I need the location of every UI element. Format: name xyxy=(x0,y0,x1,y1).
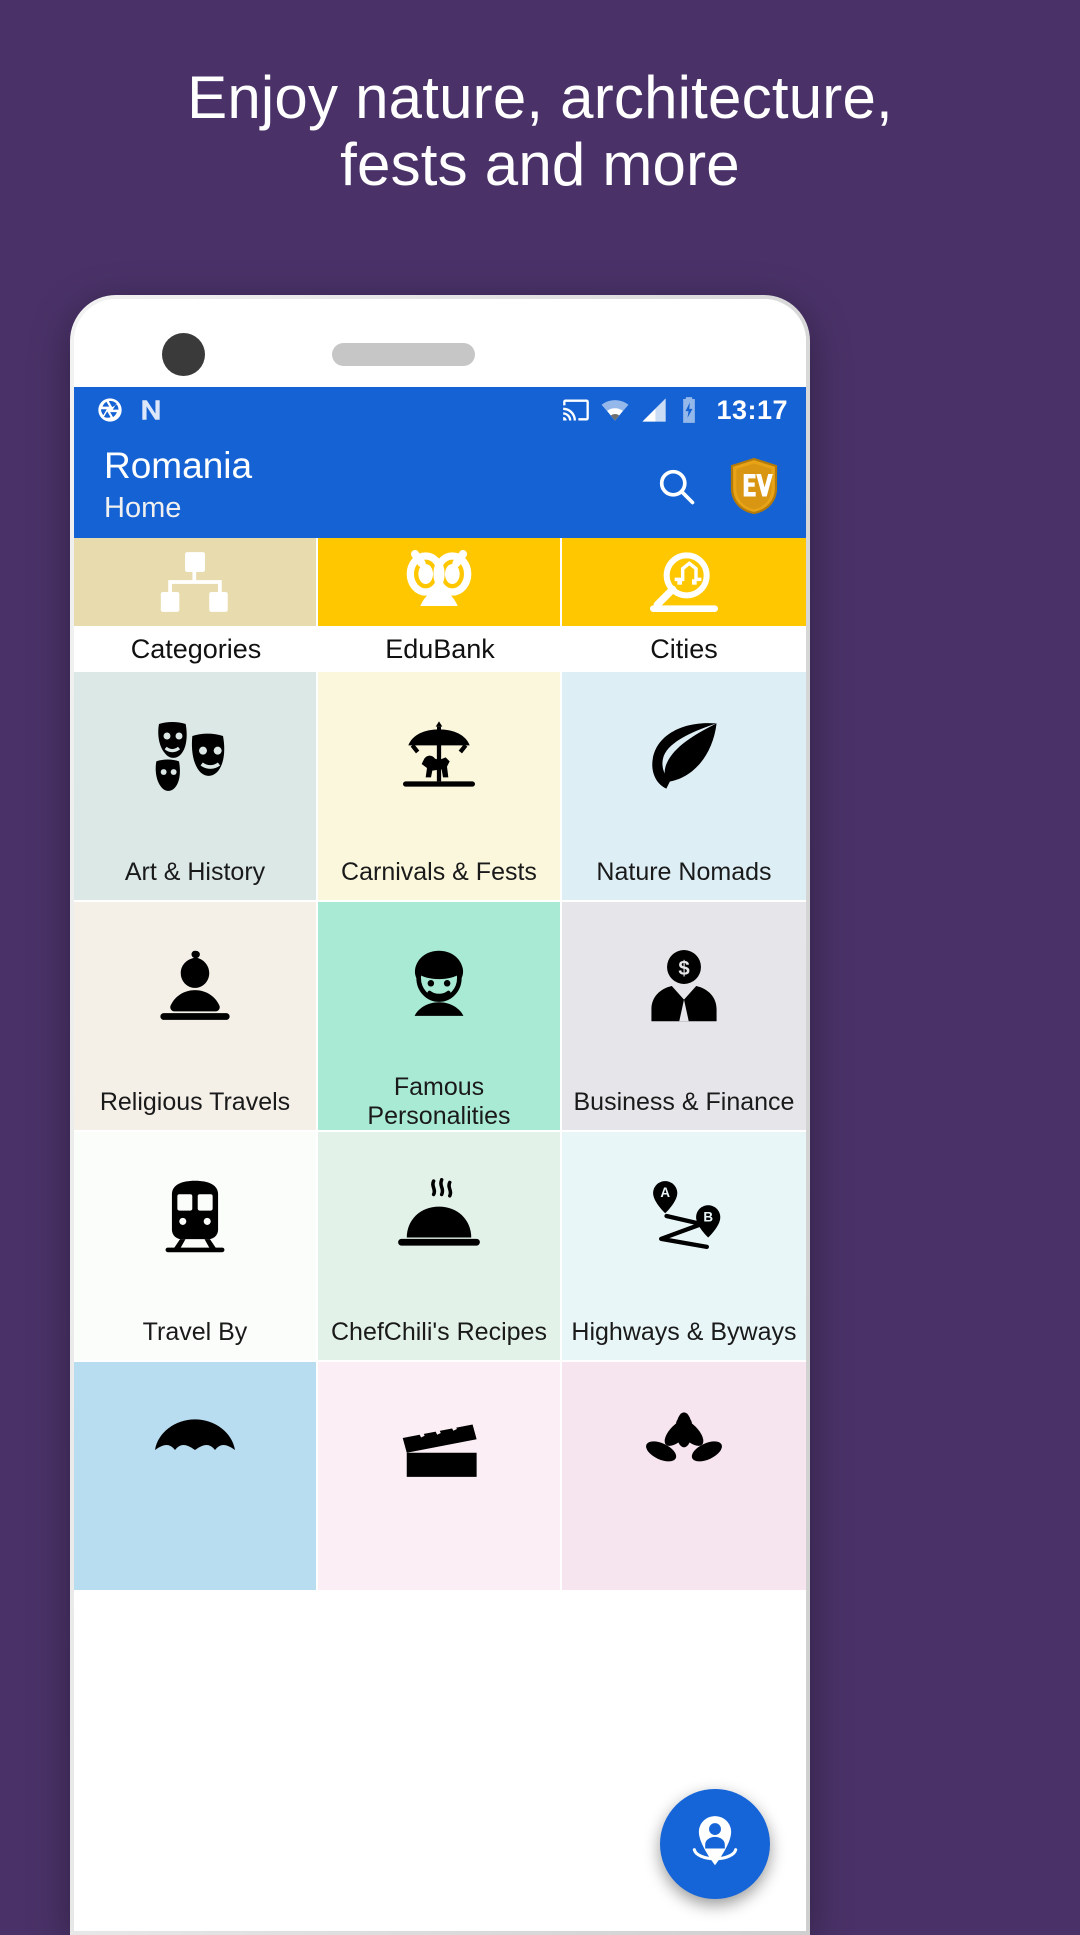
leaf-icon-wrap xyxy=(562,672,806,844)
nearby-fab-button[interactable] xyxy=(660,1789,770,1899)
app-bar-subtitle: Home xyxy=(104,491,182,524)
flower-icon xyxy=(644,1411,724,1486)
grid-label-religious-travels: Religious Travels xyxy=(99,1087,291,1116)
grid-cell-business-finance[interactable]: $ Business & Finance xyxy=(561,902,806,1132)
cast-icon xyxy=(562,396,590,424)
grid-cell-travel-by[interactable]: Travel By xyxy=(74,1132,318,1362)
earpiece-speaker xyxy=(332,343,475,366)
wifi-icon xyxy=(601,396,629,424)
owl-icon xyxy=(399,550,479,614)
grid-label-row4-3 xyxy=(562,1534,806,1590)
app-bar-title: Romania xyxy=(104,444,253,486)
buddha-icon xyxy=(155,948,235,1029)
person-face-icon-wrap xyxy=(318,902,560,1074)
carousel-icon-wrap xyxy=(318,672,560,844)
clapperboard-icon xyxy=(396,1411,482,1486)
flower-icon-wrap xyxy=(562,1362,806,1534)
phone-screen: 13:17 Romania Home Categories EduBank Ci… xyxy=(74,387,806,1931)
tab-edubank-label: EduBank xyxy=(318,626,562,672)
businessman-icon: $ xyxy=(644,948,724,1029)
svg-text:B: B xyxy=(703,1209,713,1224)
tab-cities-icon-wrap xyxy=(562,538,806,626)
tab-edubank[interactable]: EduBank xyxy=(318,538,562,672)
grid-label-row4-1 xyxy=(74,1534,316,1590)
sitemap-icon xyxy=(158,550,232,614)
clapperboard-icon-wrap xyxy=(318,1362,560,1534)
promo-headline: Enjoy nature, architecture, fests and mo… xyxy=(0,64,1080,198)
grid-label-business-finance: Business & Finance xyxy=(573,1087,795,1116)
umbrella-icon xyxy=(151,1411,239,1486)
train-icon-wrap xyxy=(74,1132,316,1304)
promo-headline-line-2: fests and more xyxy=(340,131,740,199)
search-icon[interactable] xyxy=(654,464,698,508)
buddha-icon-wrap xyxy=(74,902,316,1074)
grid-cell-carnivals-fests[interactable]: Carnivals & Fests xyxy=(317,672,562,902)
svg-text:$: $ xyxy=(678,958,690,980)
person-pin-icon xyxy=(684,1811,746,1878)
grid-label-nature-nomads: Nature Nomads xyxy=(596,857,772,886)
grid-label-highways-byways: Highways & Byways xyxy=(571,1317,797,1346)
battery-charging-icon xyxy=(679,396,699,424)
train-icon xyxy=(159,1178,231,1259)
grid-label-famous-personalities: Famous Personalities xyxy=(367,1073,511,1130)
grid-cell-famous-personalities[interactable]: Famous Personalities xyxy=(317,902,562,1132)
tab-cities[interactable]: Cities xyxy=(562,538,806,672)
umbrella-icon-wrap xyxy=(74,1362,316,1534)
city-search-icon xyxy=(645,550,723,614)
tab-categories-label: Categories xyxy=(74,626,318,672)
signal-icon xyxy=(640,396,668,424)
theater-masks-icon-wrap xyxy=(74,672,316,844)
theater-masks-icon xyxy=(151,718,239,799)
grid-cell-art-history[interactable]: Art & History xyxy=(74,672,318,902)
tab-categories-icon-wrap xyxy=(74,538,318,626)
tab-edubank-icon-wrap xyxy=(318,538,562,626)
phone-mockup: 13:17 Romania Home Categories EduBank Ci… xyxy=(70,295,810,1935)
aperture-icon xyxy=(96,396,124,424)
route-icon-wrap: A B xyxy=(562,1132,806,1304)
grid-cell-row4-1[interactable] xyxy=(74,1362,318,1592)
app-bar: Romania Home xyxy=(74,433,806,538)
tab-cities-label: Cities xyxy=(562,626,806,672)
front-camera-icon xyxy=(162,333,205,376)
status-bar-clock: 13:17 xyxy=(716,394,788,425)
grid-label-carnivals-fests: Carnivals & Fests xyxy=(341,857,537,886)
carousel-icon xyxy=(395,718,483,799)
grid-cell-row4-3[interactable] xyxy=(561,1362,806,1592)
grid-label-art-history: Art & History xyxy=(124,857,266,886)
grid-label-row4-2 xyxy=(318,1534,560,1590)
status-bar: 13:17 xyxy=(74,387,806,433)
route-icon: A B xyxy=(641,1178,727,1259)
grid-cell-chefchili-recipes[interactable]: ChefChili's Recipes xyxy=(317,1132,562,1362)
phone-bezel-top xyxy=(74,299,806,387)
cloche-icon xyxy=(396,1177,482,1259)
businessman-icon-wrap: $ xyxy=(562,902,806,1074)
grid-cell-nature-nomads[interactable]: Nature Nomads xyxy=(561,672,806,902)
cloche-icon-wrap xyxy=(318,1132,560,1304)
grid-label-chefchili-recipes: ChefChili's Recipes xyxy=(330,1317,547,1346)
nfc-icon xyxy=(138,397,164,423)
tab-categories[interactable]: Categories xyxy=(74,538,318,672)
grid-cell-row4-2[interactable] xyxy=(317,1362,562,1592)
person-face-icon xyxy=(398,948,480,1029)
category-grid: Art & History Carnivals & Fests Nature N… xyxy=(74,672,806,1592)
promo-headline-line-1: Enjoy nature, architecture, xyxy=(187,64,893,131)
grid-cell-religious-travels[interactable]: Religious Travels xyxy=(74,902,318,1132)
leaf-icon xyxy=(642,718,726,799)
grid-cell-highways-byways[interactable]: A B Highways & Byways xyxy=(561,1132,806,1362)
grid-label-travel-by: Travel By xyxy=(142,1317,248,1346)
tab-bar: Categories EduBank Cities xyxy=(74,538,806,672)
app-logo-icon[interactable] xyxy=(728,457,780,515)
svg-text:A: A xyxy=(660,1185,670,1200)
